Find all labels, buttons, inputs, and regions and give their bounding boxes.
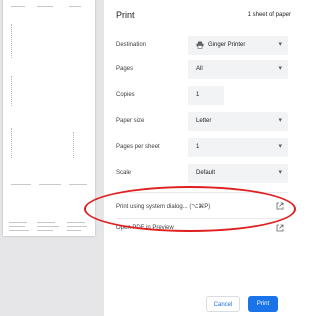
setting-copies: Copies 1: [116, 86, 286, 106]
print-button[interactable]: Print: [248, 296, 278, 312]
pages-select[interactable]: All ▾: [188, 60, 288, 79]
sheet-count: 1 sheet of paper: [247, 12, 291, 18]
copies-value: 1: [196, 92, 200, 98]
copies-input[interactable]: 1: [188, 86, 224, 105]
setting-label: Copies: [116, 92, 135, 98]
print-settings-panel: Print 1 sheet of paper Destination Ginge…: [104, 0, 299, 316]
setting-label: Paper size: [116, 118, 145, 124]
scale-value: Default: [196, 170, 216, 176]
setting-pages-per-sheet: Pages per sheet 1 ▾: [116, 138, 288, 158]
chevron-down-icon: ▾: [278, 143, 282, 150]
chevron-down-icon: ▾: [278, 117, 282, 124]
red-highlight-circle: [84, 186, 296, 232]
paper-size-value: Letter: [196, 118, 212, 124]
printer-icon: [196, 41, 204, 49]
pages-per-sheet-select[interactable]: 1 ▾: [188, 138, 288, 157]
open-external-icon: [276, 224, 284, 232]
pages-per-sheet-value: 1: [196, 144, 200, 150]
setting-label: Destination: [116, 42, 147, 48]
paper-size-select[interactable]: Letter ▾: [188, 112, 288, 131]
setting-label: Pages: [116, 66, 134, 72]
scale-select[interactable]: Default ▾: [188, 164, 288, 183]
setting-scale: Scale Default ▾: [116, 164, 288, 184]
cancel-button[interactable]: Cancel: [206, 296, 240, 312]
chevron-down-icon: ▾: [278, 41, 282, 48]
page-title: Print: [116, 10, 135, 20]
setting-label: Pages per sheet: [116, 144, 160, 150]
destination-value: Ginger Printer: [208, 42, 246, 48]
setting-paper-size: Paper size Letter ▾: [116, 112, 288, 132]
print-preview-pane: [0, 0, 104, 316]
setting-pages: Pages All ▾: [116, 60, 288, 80]
destination-select[interactable]: Ginger Printer ▾: [188, 36, 288, 55]
preview-page: [3, 0, 95, 236]
setting-label: Scale: [116, 170, 132, 176]
chevron-down-icon: ▾: [278, 169, 282, 176]
chevron-down-icon: ▾: [278, 65, 282, 72]
setting-destination: Destination Ginger Printer ▾: [116, 36, 288, 56]
pages-value: All: [196, 66, 203, 72]
